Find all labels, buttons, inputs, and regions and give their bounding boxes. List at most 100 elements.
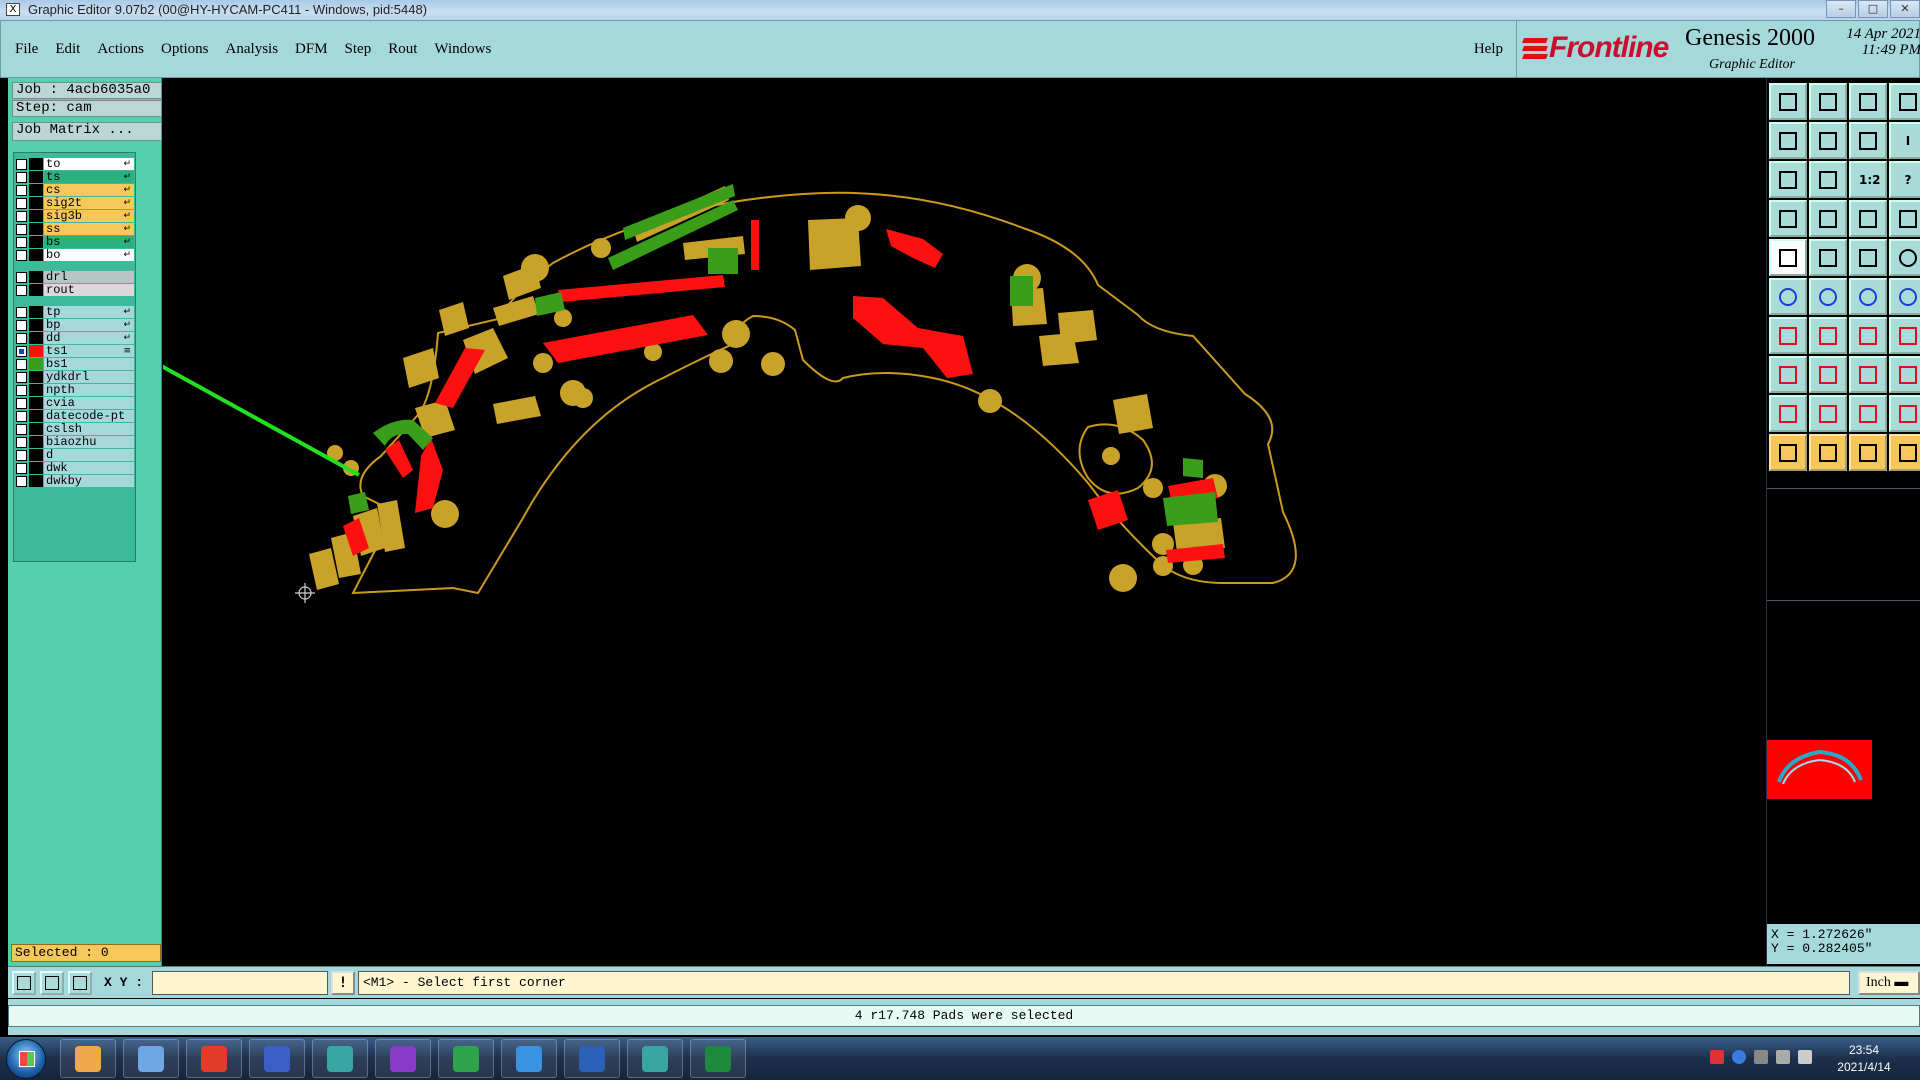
layer-color-swatch[interactable] — [29, 423, 43, 435]
layer-color-swatch[interactable] — [29, 306, 43, 318]
layer-name[interactable]: to — [44, 158, 134, 170]
layer-row-cs[interactable]: cs ↵ — [16, 183, 134, 197]
layer-name[interactable]: bs — [44, 236, 134, 248]
tray-clock[interactable]: 23:54 2021/4/14 — [1826, 1042, 1902, 1076]
taskbar-shell-app-button[interactable] — [60, 1039, 116, 1078]
layer-row-dwk[interactable]: dwk — [16, 461, 134, 475]
taskbar-word-button[interactable] — [564, 1039, 620, 1078]
arc-tool-button[interactable] — [1849, 317, 1887, 354]
layer-name[interactable]: bo — [44, 249, 134, 261]
taskbar-pen-app-button[interactable] — [438, 1039, 494, 1078]
layer-checkbox[interactable] — [16, 423, 27, 435]
snapshot-tool-button[interactable] — [1769, 83, 1807, 120]
layer-checkbox[interactable] — [16, 384, 27, 396]
pointer-alt-tool-button[interactable] — [1809, 434, 1847, 471]
layer-mode-icon[interactable]: ↵ — [123, 196, 131, 210]
layer-row-to[interactable]: to ↵ — [16, 157, 134, 171]
zoom-tool-button[interactable] — [1809, 161, 1847, 198]
layer-row-dwkby[interactable]: dwkby — [16, 474, 134, 488]
circle-tool-button[interactable] — [1889, 239, 1920, 276]
help-tool-button[interactable]: ? — [1889, 161, 1920, 198]
group-tool-button[interactable] — [1889, 356, 1920, 393]
draw-tool-button[interactable] — [1769, 200, 1807, 237]
network-tool-button[interactable] — [1849, 200, 1887, 237]
layer-name[interactable]: cvia — [44, 397, 134, 409]
slash-tool-button[interactable] — [1809, 317, 1847, 354]
taskbar-excel-button[interactable] — [690, 1039, 746, 1078]
layer-row-datecode-pt[interactable]: datecode-pt — [16, 409, 134, 423]
close-button[interactable]: ✕ — [1890, 0, 1920, 18]
pcb-board[interactable] — [91, 78, 1766, 966]
layer-mode-icon[interactable]: ↵ — [123, 222, 131, 236]
minimize-button[interactable]: – — [1826, 0, 1856, 18]
layer-checkbox[interactable] — [16, 397, 27, 409]
layer-checkbox[interactable] — [16, 332, 27, 344]
triangle-tool-button[interactable] — [1809, 395, 1847, 432]
layer-checkbox[interactable] — [16, 171, 27, 183]
layer-color-swatch[interactable] — [29, 449, 43, 461]
menu-dfm[interactable]: DFM — [295, 41, 328, 58]
layer-color-swatch[interactable] — [29, 236, 43, 248]
layer-mode-icon[interactable]: ↵ — [123, 157, 131, 171]
layer-checkbox[interactable] — [16, 271, 27, 283]
layer-color-swatch[interactable] — [29, 436, 43, 448]
area-tool-button[interactable] — [1809, 239, 1847, 276]
layer-name[interactable]: tp — [44, 306, 134, 318]
measure-mode-button[interactable] — [40, 971, 64, 995]
corner-tool-button[interactable] — [1769, 356, 1807, 393]
layer-name[interactable]: ts — [44, 171, 134, 183]
taskbar-notepad-button[interactable] — [123, 1039, 179, 1078]
layer-color-swatch[interactable] — [29, 284, 43, 296]
layer-color-swatch[interactable] — [29, 358, 43, 370]
layer-name[interactable]: npth — [44, 384, 134, 396]
layer-name[interactable]: datecode-pt — [44, 410, 134, 422]
layer-mode-icon[interactable]: ↵ — [123, 235, 131, 249]
layer-color-swatch[interactable] — [29, 197, 43, 209]
layer-checkbox[interactable] — [16, 249, 27, 261]
layer-color-swatch[interactable] — [29, 384, 43, 396]
menu-windows[interactable]: Windows — [434, 41, 491, 58]
taskbar-feather-app-button[interactable] — [501, 1039, 557, 1078]
menu-step[interactable]: Step — [345, 41, 372, 58]
layer-color-swatch[interactable] — [29, 371, 43, 383]
units-selector[interactable]: Inch ▬ — [1858, 971, 1920, 995]
pad-tool-button[interactable] — [1769, 239, 1807, 276]
layer-color-swatch[interactable] — [29, 332, 43, 344]
outline-tool-button[interactable] — [1849, 395, 1887, 432]
pan-left-tool-button[interactable] — [1769, 122, 1807, 159]
pan-right-tool-button[interactable] — [1809, 122, 1847, 159]
layer-tool-button[interactable] — [1889, 200, 1920, 237]
start-button[interactable] — [6, 1039, 46, 1079]
layer-checkbox[interactable] — [16, 197, 27, 209]
taskbar-eye-app2-button[interactable] — [627, 1039, 683, 1078]
move-tool-button[interactable] — [1849, 356, 1887, 393]
layer-name[interactable]: cs — [44, 184, 134, 196]
layer-checkbox[interactable] — [16, 306, 27, 318]
minus-tool-button[interactable] — [1809, 356, 1847, 393]
layer-mode-icon[interactable]: ↵ — [123, 305, 131, 319]
link-tool-button[interactable] — [1849, 278, 1887, 315]
taskbar-x-app-button[interactable] — [375, 1039, 431, 1078]
layer-checkbox[interactable] — [16, 284, 27, 296]
layer-name[interactable]: drl — [44, 271, 134, 283]
layer-row-cvia[interactable]: cvia — [16, 396, 134, 410]
layer-name[interactable]: bp — [44, 319, 134, 331]
volume-icon[interactable] — [1776, 1050, 1790, 1064]
layer-row-drl[interactable]: drl — [16, 270, 134, 284]
execute-button[interactable]: ! — [331, 971, 355, 995]
layer-checkbox[interactable] — [16, 158, 27, 170]
text-tool-button[interactable]: Ⅰ — [1889, 122, 1920, 159]
grid-mode-button[interactable] — [68, 971, 92, 995]
layer-color-swatch[interactable] — [29, 271, 43, 283]
layer-mode-icon[interactable]: ↵ — [123, 331, 131, 345]
layer-mode-icon[interactable]: ↵ — [123, 248, 131, 262]
layer-color-swatch[interactable] — [29, 462, 43, 474]
flag-icon[interactable] — [1798, 1050, 1812, 1064]
layer-row-bs[interactable]: bs ↵ — [16, 235, 134, 249]
taskbar-floppy-button[interactable] — [249, 1039, 305, 1078]
layer-color-swatch[interactable] — [29, 158, 43, 170]
layer-name[interactable]: dwkby — [44, 475, 134, 487]
help-icon[interactable] — [1732, 1050, 1746, 1064]
xy-input[interactable] — [152, 971, 328, 995]
warning-tool-button[interactable] — [1769, 395, 1807, 432]
